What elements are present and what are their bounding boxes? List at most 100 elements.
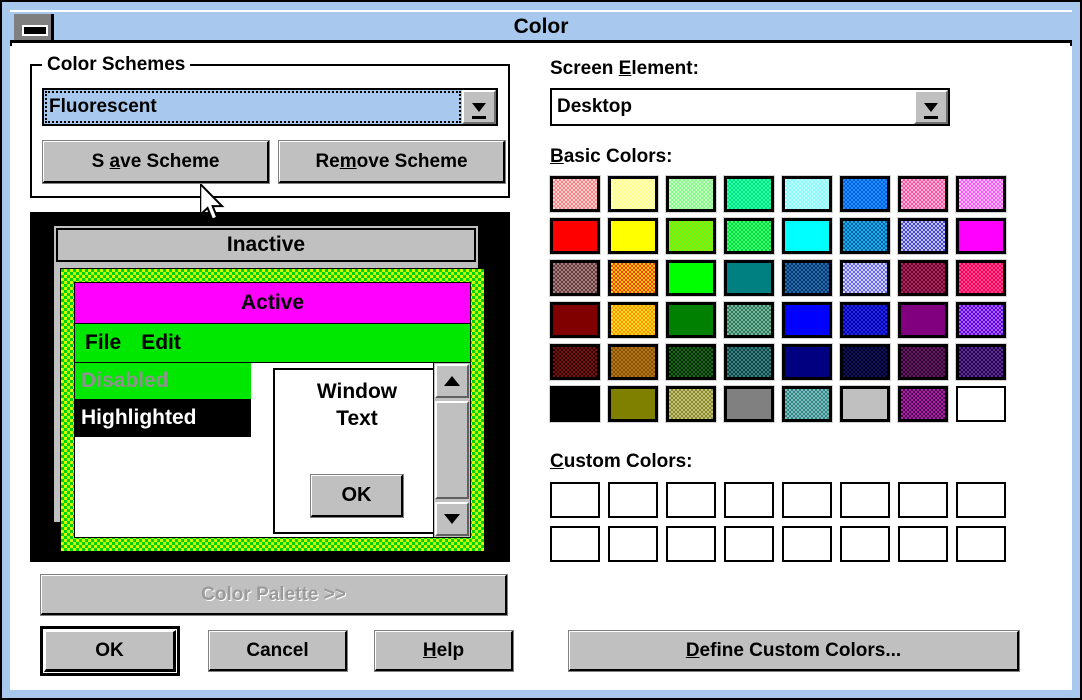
color-palette-button[interactable]: Color Palette >> [40,574,508,616]
screen-element-combobox[interactable]: Desktop [550,88,950,126]
custom-color-swatch[interactable] [840,482,890,518]
color-schemes-group-label: Color Schemes [42,54,191,76]
basic-color-swatch[interactable] [549,343,601,381]
basic-colors-grid [549,175,1020,438]
custom-color-swatch[interactable] [956,526,1006,562]
basic-color-swatch[interactable] [839,217,891,255]
preview-message-box: Window Text OK [273,368,441,534]
custom-color-swatch[interactable] [608,526,658,562]
save-scheme-button[interactable]: S ave Scheme [42,140,270,184]
custom-color-swatch[interactable] [550,526,600,562]
custom-color-swatch[interactable] [782,482,832,518]
color-scheme-value-field[interactable]: Fluorescent [44,90,462,124]
custom-color-swatch[interactable] [608,482,658,518]
custom-color-swatch[interactable] [782,526,832,562]
basic-color-swatch[interactable] [607,259,659,297]
save-scheme-label: S ave Scheme [92,151,220,173]
preview-ok-label: OK [341,484,372,506]
preview-inactive-title-text: Inactive [226,233,306,256]
screen-element-value: Desktop [557,96,632,117]
basic-color-swatch[interactable] [665,343,717,381]
basic-color-swatch[interactable] [955,259,1007,297]
cancel-button-label: Cancel [246,639,309,661]
custom-color-swatch[interactable] [840,526,890,562]
basic-color-swatch[interactable] [781,385,833,423]
custom-color-swatch[interactable] [550,482,600,518]
custom-color-swatch[interactable] [898,482,948,518]
basic-color-swatch[interactable] [955,301,1007,339]
custom-color-swatch[interactable] [724,526,774,562]
basic-color-swatch[interactable] [897,301,949,339]
basic-color-swatch[interactable] [955,343,1007,381]
basic-color-swatch[interactable] [956,386,1006,422]
basic-color-swatch[interactable] [665,175,717,213]
remove-scheme-button[interactable]: Remove Scheme [278,140,506,184]
basic-color-swatch[interactable] [897,175,949,213]
basic-color-swatch[interactable] [723,217,775,255]
basic-color-swatch[interactable] [723,385,775,423]
screen-element-value-field[interactable]: Desktop [552,90,914,124]
remove-scheme-suffix: ove Scheme [356,150,468,172]
color-scheme-dropdown-button[interactable] [462,90,496,124]
basic-color-swatch[interactable] [549,259,601,297]
basic-color-swatch[interactable] [607,385,659,423]
basic-color-swatch[interactable] [607,301,659,339]
basic-color-swatch[interactable] [723,259,775,297]
preview-scroll-thumb [435,401,469,499]
basic-color-swatch[interactable] [549,217,601,255]
basic-color-swatch[interactable] [897,343,949,381]
preview-active-window: Active File Edit Disabled Highlighted Wi… [60,268,485,552]
color-palette-label: Color Palette >> [201,583,346,605]
basic-color-swatch[interactable] [665,259,717,297]
basic-color-swatch[interactable] [665,301,717,339]
basic-color-swatch[interactable] [897,259,949,297]
basic-color-swatch[interactable] [781,343,833,381]
basic-color-swatch[interactable] [607,217,659,255]
basic-color-swatch[interactable] [723,301,775,339]
title-bar: Color [10,10,1072,43]
basic-color-swatch[interactable] [839,385,891,423]
custom-color-swatch[interactable] [666,526,716,562]
basic-color-swatch[interactable] [839,301,891,339]
basic-color-swatch[interactable] [549,385,601,423]
color-schemes-group-label-text: Color Schemes [47,54,186,75]
basic-color-swatch[interactable] [723,343,775,381]
screen-element-label: Screen Element: [550,58,699,80]
basic-colors-label: Basic Colors: [550,146,673,168]
custom-color-swatch[interactable] [724,482,774,518]
basic-color-swatch[interactable] [781,259,833,297]
basic-color-swatch[interactable] [897,385,949,423]
save-scheme-accel: a [109,150,121,172]
basic-color-swatch[interactable] [549,175,601,213]
color-scheme-combobox[interactable]: Fluorescent [42,88,498,126]
basic-color-swatch[interactable] [955,175,1007,213]
preview-active-titlebar: Active [75,283,470,324]
basic-color-swatch[interactable] [781,301,833,339]
basic-color-swatch[interactable] [665,385,717,423]
cancel-button[interactable]: Cancel [208,630,348,672]
basic-color-swatch[interactable] [839,259,891,297]
basic-color-swatch[interactable] [723,175,775,213]
basic-color-swatch[interactable] [897,217,949,255]
help-button[interactable]: Help [374,630,514,672]
basic-color-swatch[interactable] [839,175,891,213]
custom-color-swatch[interactable] [898,526,948,562]
ok-button[interactable]: OK [40,626,180,676]
custom-color-swatch[interactable] [956,482,1006,518]
preview-active-window-inner: Active File Edit Disabled Highlighted Wi… [74,282,471,538]
basic-color-swatch[interactable] [781,175,833,213]
custom-color-swatch[interactable] [666,482,716,518]
save-scheme-prefix: S [91,150,105,172]
custom-colors-label: Custom Colors: [550,451,693,473]
help-button-label: Help [423,640,464,662]
basic-color-swatch[interactable] [839,343,891,381]
basic-color-swatch[interactable] [665,217,717,255]
define-custom-colors-button[interactable]: Define Custom Colors... [568,630,1020,672]
basic-color-swatch[interactable] [607,343,659,381]
screen-element-label-prefix: Screen [550,58,619,79]
basic-color-swatch[interactable] [781,217,833,255]
basic-color-swatch[interactable] [607,175,659,213]
screen-element-dropdown-button[interactable] [914,90,948,124]
basic-color-swatch[interactable] [955,217,1007,255]
basic-color-swatch[interactable] [549,301,601,339]
